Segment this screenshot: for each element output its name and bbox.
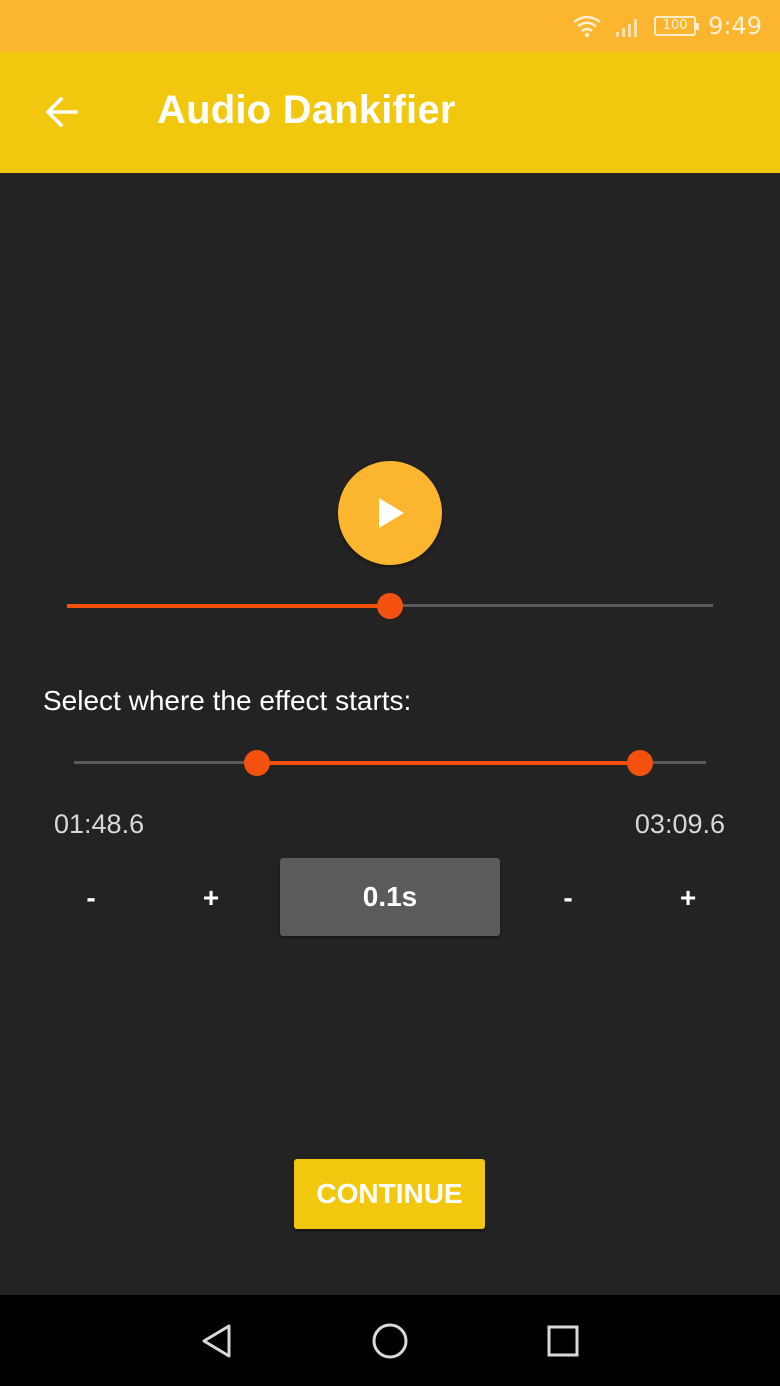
- continue-button[interactable]: CONTINUE: [294, 1159, 485, 1229]
- effect-range-end-thumb[interactable]: [626, 750, 653, 776]
- nav-back-icon: [202, 1324, 231, 1358]
- app-bar: Audio Dankifier: [0, 52, 780, 173]
- play-button[interactable]: [338, 461, 442, 565]
- signal-icon: [616, 19, 638, 37]
- nav-home-icon: [372, 1323, 408, 1359]
- playback-slider-fill: [67, 604, 390, 608]
- status-time: 9:49: [708, 12, 762, 40]
- effect-range-fill: [257, 761, 640, 765]
- end-time-label: 03:09.6: [634, 809, 725, 839]
- arrow-left-icon: [45, 96, 78, 128]
- nav-recents-button[interactable]: [535, 1313, 591, 1369]
- status-bar: 100 9:49: [0, 0, 780, 52]
- wifi-icon: [573, 15, 601, 38]
- start-increase-button[interactable]: +: [181, 872, 241, 924]
- start-time-label: 01:48.6: [54, 809, 145, 839]
- nav-back-button[interactable]: [189, 1313, 245, 1369]
- navigation-bar: [0, 1295, 780, 1386]
- status-icons: 100 9:49: [572, 0, 762, 52]
- nav-home-button[interactable]: [362, 1313, 418, 1369]
- start-decrease-button[interactable]: -: [61, 872, 121, 924]
- play-icon: [379, 498, 404, 528]
- playback-slider-thumb[interactable]: [377, 593, 403, 619]
- page-title: Audio Dankifier: [157, 88, 456, 132]
- step-size-button[interactable]: 0.1s: [280, 858, 500, 936]
- end-increase-button[interactable]: +: [658, 872, 718, 924]
- end-decrease-button[interactable]: -: [538, 872, 598, 924]
- battery-icon: 100: [654, 16, 700, 36]
- back-button[interactable]: [30, 80, 94, 144]
- effect-start-label: Select where the effect starts:: [43, 685, 412, 716]
- nav-recents-icon: [547, 1325, 579, 1357]
- effect-range-start-thumb[interactable]: [244, 750, 271, 776]
